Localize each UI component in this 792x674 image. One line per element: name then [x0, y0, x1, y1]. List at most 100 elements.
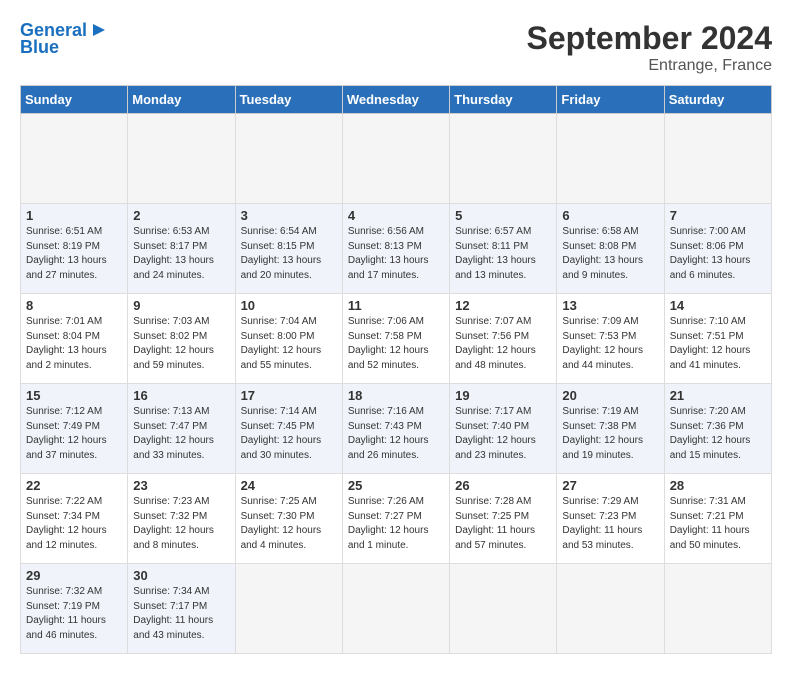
sunset-text: Sunset: 8:15 PM — [241, 241, 315, 252]
calendar-day-cell: 26Sunrise: 7:28 AMSunset: 7:25 PMDayligh… — [450, 474, 557, 564]
sunset-text: Sunset: 7:51 PM — [670, 331, 744, 342]
day-info: Sunrise: 7:00 AMSunset: 8:06 PMDaylight:… — [670, 225, 766, 283]
calendar-day-cell: 19Sunrise: 7:17 AMSunset: 7:40 PMDayligh… — [450, 384, 557, 474]
calendar-day-cell: 8Sunrise: 7:01 AMSunset: 8:04 PMDaylight… — [21, 294, 128, 384]
day-info: Sunrise: 7:09 AMSunset: 7:53 PMDaylight:… — [562, 315, 658, 373]
calendar-day-cell: 17Sunrise: 7:14 AMSunset: 7:45 PMDayligh… — [235, 384, 342, 474]
sunrise-text: Sunrise: 7:00 AM — [670, 226, 746, 237]
day-info: Sunrise: 7:04 AMSunset: 8:00 PMDaylight:… — [241, 315, 337, 373]
daylight-text: Daylight: 11 hours and 57 minutes. — [455, 525, 535, 551]
page-header: General Blue September 2024 Entrange, Fr… — [20, 20, 772, 75]
calendar-day-cell: 5Sunrise: 6:57 AMSunset: 8:11 PMDaylight… — [450, 204, 557, 294]
weekday-header-friday: Friday — [557, 86, 664, 114]
sunrise-text: Sunrise: 7:04 AM — [241, 316, 317, 327]
calendar-empty-cell — [450, 564, 557, 654]
daylight-text: Daylight: 12 hours and 37 minutes. — [26, 435, 107, 461]
calendar-day-cell: 29Sunrise: 7:32 AMSunset: 7:19 PMDayligh… — [21, 564, 128, 654]
day-number: 19 — [455, 388, 551, 403]
logo: General Blue — [20, 20, 109, 58]
calendar-empty-cell — [342, 564, 449, 654]
day-number: 4 — [348, 208, 444, 223]
daylight-text: Daylight: 13 hours and 2 minutes. — [26, 345, 107, 371]
day-info: Sunrise: 7:06 AMSunset: 7:58 PMDaylight:… — [348, 315, 444, 373]
sunset-text: Sunset: 7:17 PM — [133, 601, 207, 612]
day-info: Sunrise: 7:25 AMSunset: 7:30 PMDaylight:… — [241, 495, 337, 553]
daylight-text: Daylight: 11 hours and 53 minutes. — [562, 525, 642, 551]
calendar-day-cell: 15 Sunrise: 7:12 AMSunset: 7:49 PMDayligh… — [21, 384, 128, 474]
sunset-text: Sunset: 7:49 PM — [26, 421, 100, 432]
daylight-text: Daylight: 13 hours and 24 minutes. — [133, 255, 214, 281]
calendar-day-cell: 13 Sunrise: 7:09 AMSunset: 7:53 PMDayligh… — [557, 294, 664, 384]
sunrise-text: Sunrise: 6:54 AM — [241, 226, 317, 237]
calendar-day-cell: 2Sunrise: 6:53 AMSunset: 8:17 PMDaylight… — [128, 204, 235, 294]
day-number: 25 — [348, 478, 444, 493]
daylight-text: Daylight: 12 hours and 1 minute. — [348, 525, 429, 551]
day-info: Sunrise: 7:29 AMSunset: 7:23 PMDaylight:… — [562, 495, 658, 553]
calendar-day-cell: 21Sunrise: 7:20 AMSunset: 7:36 PMDayligh… — [664, 384, 771, 474]
sunrise-text: Sunrise: 6:56 AM — [348, 226, 424, 237]
calendar-day-cell: 11 Sunrise: 7:06 AMSunset: 7:58 PMDayligh… — [342, 294, 449, 384]
sunrise-text: Sunrise: 7:19 AM — [562, 406, 638, 417]
calendar-empty-cell — [664, 564, 771, 654]
calendar-week-row: 15 Sunrise: 7:12 AMSunset: 7:49 PMDayligh… — [21, 384, 772, 474]
day-info: Sunrise: 7:34 AMSunset: 7:17 PMDaylight:… — [133, 585, 229, 643]
sunrise-text: Sunrise: 7:31 AM — [670, 496, 746, 507]
day-number: 6 — [562, 208, 658, 223]
sunset-text: Sunset: 8:13 PM — [348, 241, 422, 252]
sunset-text: Sunset: 7:34 PM — [26, 511, 100, 522]
sunset-text: Sunset: 7:53 PM — [562, 331, 636, 342]
daylight-text: Daylight: 13 hours and 13 minutes. — [455, 255, 536, 281]
sunrise-text: Sunrise: 7:32 AM — [26, 586, 102, 597]
day-number: 12 — [455, 298, 551, 313]
day-info: Sunrise: 7:07 AMSunset: 7:56 PMDaylight:… — [455, 315, 551, 373]
day-number: 9 — [133, 298, 229, 313]
calendar-day-cell: 3Sunrise: 6:54 AMSunset: 8:15 PMDaylight… — [235, 204, 342, 294]
day-number: 24 — [241, 478, 337, 493]
daylight-text: Daylight: 12 hours and 12 minutes. — [26, 525, 107, 551]
weekday-header-tuesday: Tuesday — [235, 86, 342, 114]
sunrise-text: Sunrise: 7:26 AM — [348, 496, 424, 507]
calendar-empty-cell — [21, 114, 128, 204]
calendar-day-cell: 12 Sunrise: 7:07 AMSunset: 7:56 PMDayligh… — [450, 294, 557, 384]
calendar-table: SundayMondayTuesdayWednesdayThursdayFrid… — [20, 85, 772, 654]
daylight-text: Daylight: 13 hours and 17 minutes. — [348, 255, 429, 281]
day-info: Sunrise: 7:17 AMSunset: 7:40 PMDaylight:… — [455, 405, 551, 463]
sunrise-text: Sunrise: 6:53 AM — [133, 226, 209, 237]
daylight-text: Daylight: 13 hours and 9 minutes. — [562, 255, 643, 281]
daylight-text: Daylight: 12 hours and 44 minutes. — [562, 345, 643, 371]
day-number: 27 — [562, 478, 658, 493]
calendar-day-cell: 25 Sunrise: 7:26 AM Sunset: 7:27 PM Dayligh… — [342, 474, 449, 564]
sunrise-text: Sunrise: 6:51 AM — [26, 226, 102, 237]
calendar-week-row: 22Sunrise: 7:22 AMSunset: 7:34 PMDayligh… — [21, 474, 772, 564]
day-info: Sunrise: 6:54 AM Sunset: 8:15 PM Daylight:… — [241, 225, 337, 283]
day-number: 18 — [348, 388, 444, 403]
day-number: 13 — [562, 298, 658, 313]
day-number: 11 — [348, 298, 444, 313]
sunset-text: Sunset: 7:45 PM — [241, 421, 315, 432]
daylight-text: Daylight: 13 hours and 20 minutes. — [241, 255, 322, 281]
day-info: Sunrise: 7:28 AMSunset: 7:25 PMDaylight:… — [455, 495, 551, 553]
calendar-day-cell: 14Sunrise: 7:10 AMSunset: 7:51 PMDayligh… — [664, 294, 771, 384]
day-info: Sunrise: 7:16 AMSunset: 7:43 PMDaylight:… — [348, 405, 444, 463]
day-info: Sunrise: 7:03 AMSunset: 8:02 PMDaylight:… — [133, 315, 229, 373]
daylight-text: Daylight: 12 hours and 26 minutes. — [348, 435, 429, 461]
day-info: Sunrise: 7:23 AMSunset: 7:32 PMDaylight:… — [133, 495, 229, 553]
day-number: 2 — [133, 208, 229, 223]
day-info: Sunrise: 7:12 AMSunset: 7:49 PMDaylight:… — [26, 405, 122, 463]
sunset-text: Sunset: 8:19 PM — [26, 241, 100, 252]
sunset-text: Sunset: 8:04 PM — [26, 331, 100, 342]
daylight-text: Daylight: 11 hours and 50 minutes. — [670, 525, 750, 551]
calendar-week-row — [21, 114, 772, 204]
weekday-header-monday: Monday — [128, 86, 235, 114]
sunset-text: Sunset: 7:23 PM — [562, 511, 636, 522]
sunset-text: Sunset: 7:40 PM — [455, 421, 529, 432]
sunrise-text: Sunrise: 7:17 AM — [455, 406, 531, 417]
day-number: 15 — [26, 388, 122, 403]
sunset-text: Sunset: 8:11 PM — [455, 241, 528, 252]
day-number: 28 — [670, 478, 766, 493]
sunset-text: Sunset: 7:27 PM — [348, 511, 422, 522]
sunset-text: Sunset: 7:32 PM — [133, 511, 207, 522]
day-info: Sunrise: 7:22 AMSunset: 7:34 PMDaylight:… — [26, 495, 122, 553]
calendar-empty-cell — [450, 114, 557, 204]
day-number: 10 — [241, 298, 337, 313]
